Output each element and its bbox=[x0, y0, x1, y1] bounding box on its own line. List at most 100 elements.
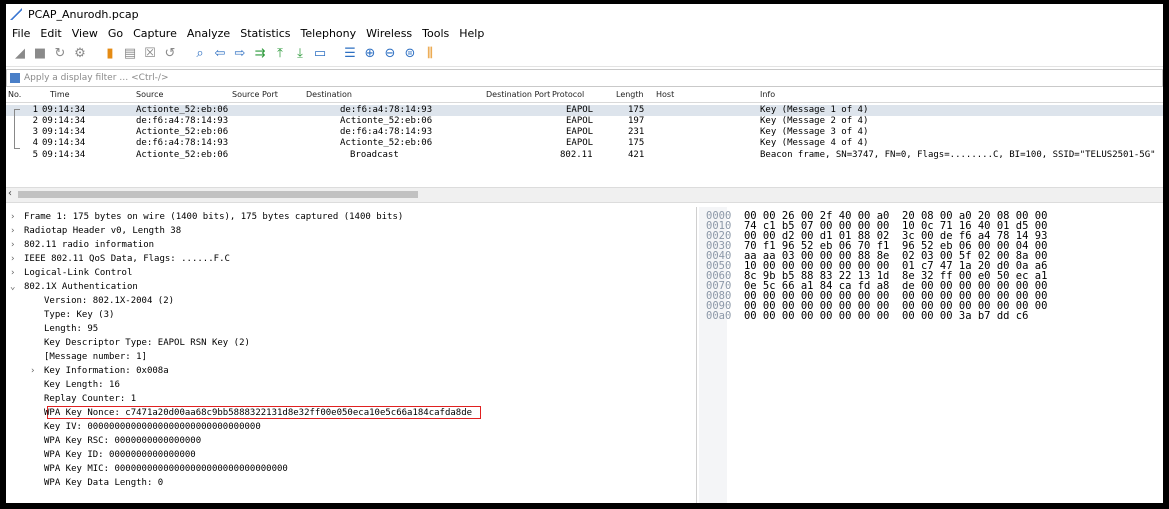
column-header-info[interactable]: Info bbox=[760, 90, 775, 99]
column-header-source[interactable]: Source bbox=[136, 90, 163, 99]
collapsed-arrow-icon[interactable]: › bbox=[10, 211, 20, 223]
bytes-offset: 00a0 bbox=[706, 310, 732, 322]
detail-row[interactable]: Type: Key (3) bbox=[30, 309, 114, 321]
bytes-row[interactable]: 00a0 00 00 00 00 00 00 00 00 00 00 00 3a… bbox=[706, 310, 1028, 322]
menu-item-file[interactable]: File bbox=[8, 27, 36, 40]
restart-capture-icon[interactable]: ↻ bbox=[52, 46, 68, 62]
collapsed-arrow-icon[interactable]: › bbox=[30, 365, 40, 377]
detail-row[interactable]: › Frame 1: 175 bytes on wire (1400 bits),… bbox=[10, 211, 403, 223]
stop-capture-icon[interactable]: ■ bbox=[32, 46, 48, 62]
packet-list-header: No. Time Source Source Port Destination Desti… bbox=[6, 87, 1163, 103]
collapsed-arrow-icon[interactable]: › bbox=[10, 239, 20, 251]
detail-row[interactable]: Key Length: 16 bbox=[30, 379, 120, 391]
packet-list-scrollbar[interactable]: ‹ bbox=[6, 187, 1163, 203]
detail-row[interactable]: › IEEE 802.11 QoS Data, Flags: ......F.C bbox=[10, 253, 230, 265]
find-packet-icon[interactable]: ⌕ bbox=[192, 46, 208, 62]
packet-row[interactable]: 5 09:14:34 Actionte_52:eb:06 Broadcast 802.1… bbox=[6, 150, 1163, 161]
conversation-bracket bbox=[14, 109, 20, 149]
collapsed-arrow-icon[interactable]: › bbox=[10, 225, 20, 237]
open-file-icon[interactable]: ▮ bbox=[102, 46, 118, 62]
packet-info: Key (Message 4 of 4) bbox=[760, 138, 869, 148]
detail-row[interactable]: › Key Information: 0x008a bbox=[30, 365, 169, 377]
close-file-icon[interactable]: ☒ bbox=[142, 46, 158, 62]
wireshark-fin-icon bbox=[10, 8, 22, 20]
packet-source: de:f6:a4:78:14:93 bbox=[136, 138, 229, 148]
detail-row[interactable]: WPA Key ID: 0000000000000000 bbox=[30, 449, 196, 461]
collapsed-arrow-icon[interactable]: › bbox=[10, 253, 20, 265]
detail-row[interactable]: WPA Key Data Length: 0 bbox=[30, 477, 163, 489]
packet-row[interactable]: 1 09:14:34 Actionte_52:eb:06 de:f6:a4:78:14… bbox=[6, 105, 1163, 116]
column-header-host[interactable]: Host bbox=[656, 90, 674, 99]
detail-row[interactable]: Version: 802.1X-2004 (2) bbox=[30, 295, 174, 307]
detail-row[interactable]: Key IV: 00000000000000000000000000000000 bbox=[30, 421, 261, 433]
detail-text: WPA Key Data Length: 0 bbox=[44, 478, 164, 488]
display-filter-bar[interactable]: Apply a display filter … <Ctrl-/> bbox=[6, 69, 1163, 87]
packet-protocol: EAPOL bbox=[566, 138, 594, 148]
detail-row[interactable]: WPA Key RSC: 0000000000000000 bbox=[30, 435, 201, 447]
zoom-in-icon[interactable]: ⊕ bbox=[362, 46, 378, 62]
detail-row[interactable]: Replay Counter: 1 bbox=[30, 393, 136, 405]
collapsed-arrow-icon[interactable]: › bbox=[10, 267, 20, 279]
menu-item-help[interactable]: Help bbox=[455, 27, 490, 40]
packet-row[interactable]: 3 09:14:34 Actionte_52:eb:06 de:f6:a4:78:14… bbox=[6, 127, 1163, 138]
detail-text: WPA Key MIC: 000000000000000000000000000… bbox=[44, 464, 288, 474]
detail-row[interactable]: › 802.11 radio information bbox=[10, 239, 154, 251]
colorize-icon[interactable]: ☰ bbox=[342, 46, 358, 62]
column-header-destination-port[interactable]: Destination Port bbox=[486, 90, 550, 99]
detail-row[interactable]: Length: 95 bbox=[30, 323, 98, 335]
menu-item-tools[interactable]: Tools bbox=[418, 27, 455, 40]
menu-item-statistics[interactable]: Statistics bbox=[236, 27, 296, 40]
window-title: PCAP_Anurodh.pcap bbox=[28, 7, 139, 21]
zoom-out-icon[interactable]: ⊖ bbox=[382, 46, 398, 62]
shark-fin-start-icon[interactable]: ◢ bbox=[12, 46, 28, 62]
packet-row[interactable]: 2 09:14:34 de:f6:a4:78:14:93 Actionte_52:eb… bbox=[6, 116, 1163, 127]
auto-scroll-icon[interactable]: ▭ bbox=[312, 46, 328, 62]
menu-item-wireless[interactable]: Wireless bbox=[362, 27, 418, 40]
capture-options-icon[interactable]: ⚙ bbox=[72, 46, 88, 62]
reload-file-icon[interactable]: ↺ bbox=[162, 46, 178, 62]
menu-item-analyze[interactable]: Analyze bbox=[183, 27, 236, 40]
detail-row[interactable]: WPA Key Nonce: c7471a20d00aa68c9bb588832… bbox=[30, 407, 472, 419]
go-forward-icon[interactable]: ⇨ bbox=[232, 46, 248, 62]
packet-source: Actionte_52:eb:06 bbox=[136, 127, 229, 137]
toolbar-separator bbox=[182, 46, 188, 62]
resize-columns-icon[interactable]: ⫼ bbox=[422, 46, 438, 62]
menu-item-telephony[interactable]: Telephony bbox=[297, 27, 363, 40]
column-header-source-port[interactable]: Source Port bbox=[232, 90, 278, 99]
menu-item-edit[interactable]: Edit bbox=[36, 27, 67, 40]
menu-item-view[interactable]: View bbox=[68, 27, 104, 40]
menu-item-capture[interactable]: Capture bbox=[129, 27, 183, 40]
detail-row[interactable]: Key Descriptor Type: EAPOL RSN Key (2) bbox=[30, 337, 250, 349]
packet-row[interactable]: 4 09:14:34 de:f6:a4:78:14:93 Actionte_52:eb… bbox=[6, 138, 1163, 149]
detail-text: WPA Key ID: 0000000000000000 bbox=[44, 450, 196, 460]
go-back-icon[interactable]: ⇦ bbox=[212, 46, 228, 62]
column-header-no[interactable]: No. bbox=[8, 90, 21, 99]
save-file-icon[interactable]: ▤ bbox=[122, 46, 138, 62]
scroll-left-icon[interactable]: ‹ bbox=[8, 188, 12, 199]
normal-size-icon[interactable]: ⊜ bbox=[402, 46, 418, 62]
bookmark-icon[interactable] bbox=[10, 73, 20, 83]
packet-number: 2 bbox=[32, 116, 38, 126]
detail-row[interactable]: WPA Key MIC: 000000000000000000000000000… bbox=[30, 463, 288, 475]
scrollbar-thumb[interactable] bbox=[18, 191, 418, 198]
first-packet-icon[interactable]: ⤒ bbox=[272, 46, 288, 62]
expanded-arrow-icon[interactable]: ⌄ bbox=[10, 281, 20, 293]
last-packet-icon[interactable]: ⤓ bbox=[292, 46, 308, 62]
packet-length: 231 bbox=[628, 127, 645, 137]
column-header-protocol[interactable]: Protocol bbox=[552, 90, 584, 99]
packet-time: 09:14:34 bbox=[42, 116, 86, 126]
menu-item-go[interactable]: Go bbox=[104, 27, 129, 40]
packet-source: de:f6:a4:78:14:93 bbox=[136, 116, 229, 126]
detail-row[interactable]: › Logical-Link Control bbox=[10, 267, 132, 279]
column-header-destination[interactable]: Destination bbox=[306, 90, 352, 99]
column-header-length[interactable]: Length bbox=[616, 90, 644, 99]
detail-row[interactable]: [Message number: 1] bbox=[30, 351, 147, 363]
go-to-packet-icon[interactable]: ⇉ bbox=[252, 46, 268, 62]
packet-info: Beacon frame, SN=3747, FN=0, Flags=.....… bbox=[760, 150, 1156, 160]
detail-row[interactable]: › Radiotap Header v0, Length 38 bbox=[10, 225, 181, 237]
detail-row[interactable]: ⌄ 802.1X Authentication bbox=[10, 281, 138, 293]
column-header-time[interactable]: Time bbox=[50, 90, 70, 99]
detail-text: 802.11 radio information bbox=[24, 240, 155, 250]
packet-info: Key (Message 1 of 4) bbox=[760, 105, 869, 115]
display-filter-input[interactable]: Apply a display filter … <Ctrl-/> bbox=[24, 73, 169, 83]
